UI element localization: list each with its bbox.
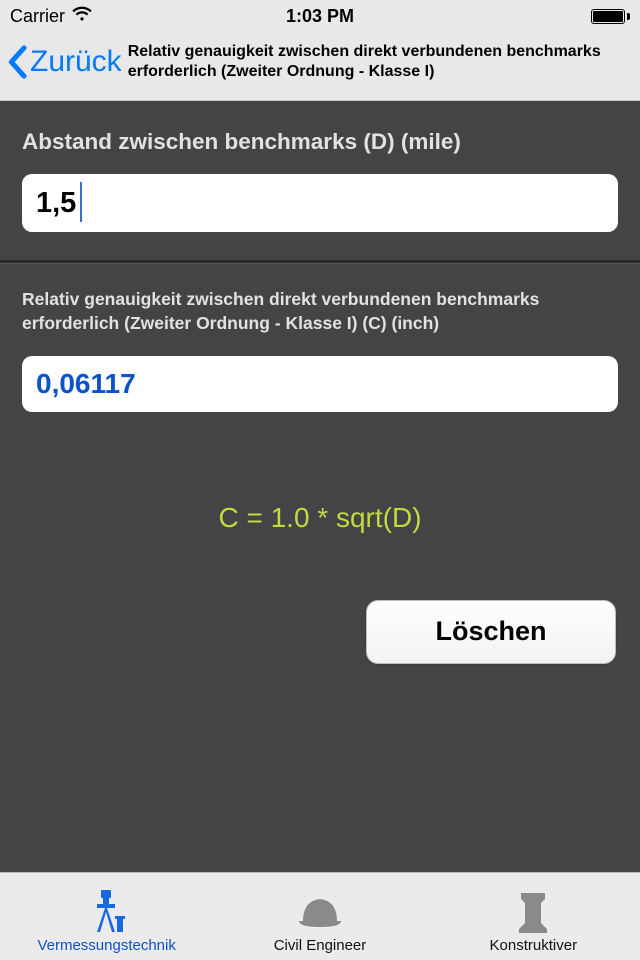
chevron-left-icon bbox=[6, 45, 28, 79]
result-output: 0,06117 bbox=[22, 356, 618, 412]
clear-row: Löschen bbox=[22, 600, 618, 664]
input-label: Abstand zwischen benchmarks (D) (mile) bbox=[22, 127, 618, 156]
back-label: Zurück bbox=[30, 45, 122, 79]
wifi-icon bbox=[71, 6, 93, 27]
tab-construct[interactable]: Konstruktiver bbox=[427, 873, 640, 960]
result-value: 0,06117 bbox=[36, 368, 136, 400]
status-bar: Carrier 1:03 PM bbox=[0, 0, 640, 32]
tab-bar: Vermessungstechnik Civil Engineer Konstr… bbox=[0, 872, 640, 960]
back-button[interactable]: Zurück bbox=[6, 45, 122, 79]
output-label: Relativ genauigkeit zwischen direkt verb… bbox=[22, 288, 618, 335]
distance-input[interactable] bbox=[22, 174, 618, 232]
tab-construct-label: Konstruktiver bbox=[490, 937, 578, 954]
carrier-label: Carrier bbox=[10, 6, 65, 27]
output-section: Relativ genauigkeit zwischen direkt verb… bbox=[0, 264, 640, 872]
formula-text: C = 1.0 * sqrt(D) bbox=[22, 502, 618, 534]
clear-button[interactable]: Löschen bbox=[366, 600, 616, 664]
status-left: Carrier bbox=[10, 6, 93, 27]
hardhat-icon bbox=[296, 887, 344, 935]
status-time: 1:03 PM bbox=[286, 6, 354, 27]
column-icon bbox=[509, 887, 557, 935]
tab-survey[interactable]: Vermessungstechnik bbox=[0, 873, 213, 960]
text-caret bbox=[80, 182, 82, 222]
input-wrap bbox=[22, 174, 618, 232]
page-title: Relativ genauigkeit zwischen direkt verb… bbox=[128, 42, 632, 82]
tab-civil[interactable]: Civil Engineer bbox=[213, 873, 426, 960]
nav-header: Zurück Relativ genauigkeit zwischen dire… bbox=[0, 32, 640, 101]
tab-civil-label: Civil Engineer bbox=[274, 937, 367, 954]
battery-icon bbox=[591, 9, 630, 24]
content-area: Abstand zwischen benchmarks (D) (mile) R… bbox=[0, 101, 640, 872]
tab-survey-label: Vermessungstechnik bbox=[37, 937, 175, 954]
survey-instrument-icon bbox=[83, 887, 131, 935]
input-section: Abstand zwischen benchmarks (D) (mile) bbox=[0, 101, 640, 260]
